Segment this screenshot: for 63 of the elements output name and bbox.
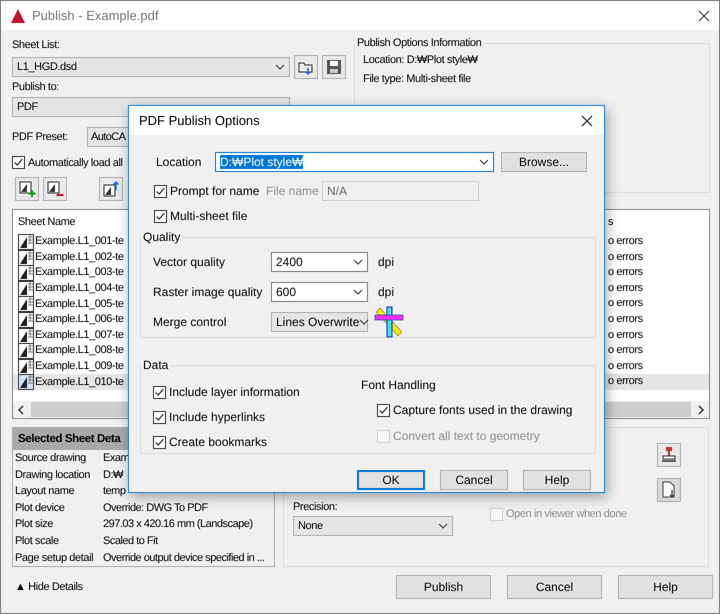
group-title: Publish Options Information [356,37,482,49]
detail-label: Source drawing [15,451,87,466]
table-cell: Example.L1_003-te [18,265,124,282]
table-cell-text: o errors [608,343,643,358]
table-cell-text: o errors [608,250,643,265]
table-cell: Example.L1_008-te [18,343,124,360]
checkbox-label: Open in viewer when done [506,508,627,520]
table-cell: Example.L1_002-te [18,250,124,266]
detail-value: 297.03 x 420.16 mm (Landscape) [103,517,252,532]
detail-label: Page setup detail [15,550,94,566]
unit-label: dpi [378,285,394,299]
column-header: s [608,215,614,230]
group-title: Data [142,358,170,372]
checkbox-label: Include layer information [169,385,300,399]
detail-label: Plot size [15,517,54,532]
field-label: Location [155,155,202,169]
window-title: Publish - Example.pdf [32,8,158,23]
field-label: Raster image quality [153,285,264,299]
checkbox-label: Prompt for name [170,184,260,198]
detail-value: Override output device specified in ... [103,550,264,566]
checkbox-label: Automatically load all [28,156,123,168]
table-cell-text: o errors [608,358,643,374]
detail-label: Drawing location [15,468,91,483]
table-cell-text: o errors [608,296,643,312]
detail-label: Plot scale [15,534,60,549]
field-label: Merge control [153,315,228,329]
table-cell: Example.L1_009-te [18,358,124,375]
unit-label: dpi [378,255,394,269]
field-label: Vector quality [153,255,226,269]
detail-label: Plot device [15,500,66,516]
info-text: File type: Multi-sheet file [363,72,472,87]
detail-label: Layout name [15,484,76,500]
table-cell-text: o errors [608,374,643,390]
field-label: PDF Preset: [12,131,69,143]
table-cell-text: o errors [608,312,643,327]
table-cell-text: o errors [608,265,643,280]
table-cell-text: o errors [608,280,643,296]
table-cell: Example.L1_007-te [18,328,124,344]
section-title: Font Handling [361,378,437,392]
checkbox-label: Multi-sheet file [170,209,248,223]
detail-value: Scaled to Fit [103,534,158,549]
checkbox-label: Capture fonts used in the drawing [393,403,572,417]
info-text: Location: D:₩Plot style₩ [363,53,479,68]
column-header: Sheet Name [18,215,76,230]
table-cell: Example.L1_010-te [18,374,124,390]
table-cell: Example.L1_004-te [18,280,124,297]
table-cell: Example.L1_005-te [18,296,124,312]
checkbox-label: Create bookmarks [169,435,268,449]
field-label: Precision: [293,501,338,513]
field-label: Publish to: [12,80,60,95]
field-label: File name [266,184,320,198]
detail-value: D:₩ [103,468,123,483]
table-cell: Example.L1_001-te [18,234,124,250]
group-title: Quality [142,230,182,244]
table-cell: Example.L1_006-te [18,312,124,328]
checkbox-label: Include hyperlinks [169,410,266,424]
detail-value: Override: DWG To PDF [103,500,208,516]
table-cell-text: o errors [608,234,643,249]
checkbox-label: Convert all text to geometry [393,429,540,443]
table-cell-text: o errors [608,328,643,343]
dialog-title: PDF Publish Options [139,113,260,128]
detail-value: temp [103,484,126,500]
field-label: Sheet List: [12,38,61,53]
